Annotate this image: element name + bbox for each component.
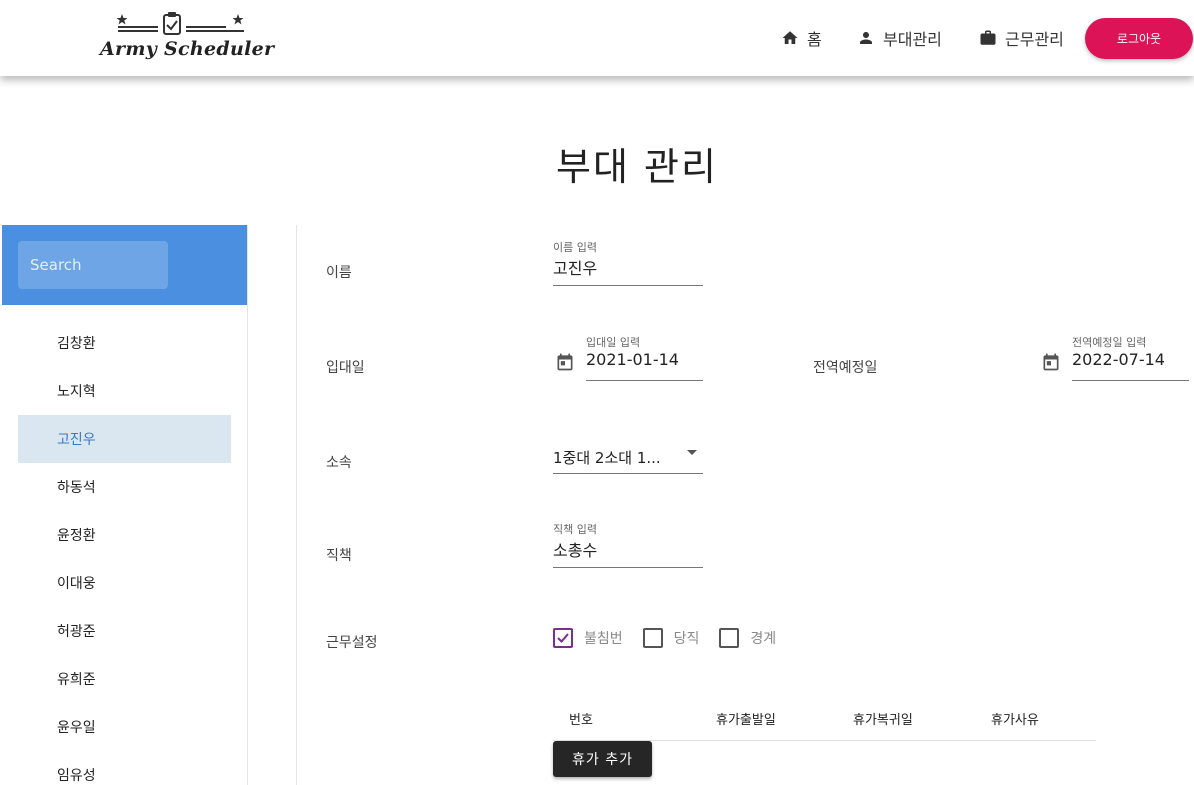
duty-checkbox-officer[interactable] — [642, 628, 663, 648]
position-value: 소총수 — [553, 541, 598, 560]
soldier-sidebar: 김창환 노지혁 고진우 하동석 윤정환 이대웅 허광준 유희준 윤우일 임유성 — [2, 225, 248, 785]
nav-home-label: 홈 — [807, 30, 822, 49]
logo[interactable]: Army Scheduler — [100, 10, 274, 66]
duty-option-label: 경계 — [750, 631, 777, 647]
search-input[interactable] — [18, 241, 168, 289]
soldier-item[interactable]: 윤정환 — [18, 511, 231, 559]
soldier-item[interactable]: 허광준 — [18, 607, 231, 655]
top-header: Army Scheduler 홈 부대관리 근무관리 로그아웃 — [0, 0, 1194, 76]
duty-option-label: 불침번 — [584, 631, 623, 647]
calendar-icon[interactable] — [1041, 351, 1061, 373]
home-icon — [782, 31, 798, 44]
nav-duty-management-label: 근무관리 — [1005, 30, 1064, 49]
position-field[interactable]: 직책 입력 소총수 — [553, 521, 703, 568]
soldier-item[interactable]: 김창환 — [18, 319, 231, 367]
name-value: 고진우 — [553, 259, 598, 278]
position-hint: 직책 입력 — [553, 523, 597, 536]
nav-unit-management[interactable]: 부대관리 — [857, 26, 942, 50]
page-title: 부대 관리 — [556, 145, 718, 189]
nav-home[interactable]: 홈 — [781, 26, 822, 50]
soldier-item[interactable]: 하동석 — [18, 463, 231, 511]
enlist-date-hint: 입대일 입력 — [586, 336, 641, 349]
soldier-list: 김창환 노지혁 고진우 하동석 윤정환 이대웅 허광준 유희준 윤우일 임유성 — [2, 305, 247, 785]
sidebar-search-area — [2, 225, 247, 305]
name-hint: 이름 입력 — [553, 241, 597, 254]
duty-settings-label: 근무설정 — [326, 635, 378, 651]
table-header-cell: 휴가사유 — [991, 713, 1039, 728]
calendar-icon[interactable] — [555, 351, 575, 373]
duty-checkbox-guard[interactable] — [719, 628, 740, 648]
discharge-date-hint: 전역예정일 입력 — [1072, 336, 1147, 349]
soldier-item[interactable]: 이대웅 — [18, 559, 231, 607]
soldier-item[interactable]: 윤우일 — [18, 703, 231, 751]
logo-text: Army Scheduler — [100, 38, 275, 60]
discharge-date-field[interactable]: 전역예정일 입력 2022-07-14 — [1072, 334, 1189, 381]
person-icon — [860, 32, 872, 44]
soldier-item[interactable]: 임유성 — [18, 751, 231, 785]
duty-checkbox-night-watch[interactable] — [553, 628, 573, 648]
logo-clipboard-icon — [116, 12, 244, 35]
unit-select[interactable]: 1중대 2소대 1... — [553, 438, 703, 474]
content-divider — [296, 225, 297, 785]
name-field[interactable]: 이름 입력 고진우 — [553, 239, 703, 286]
enlist-date-value: 2021-01-14 — [586, 350, 679, 369]
unit-value: 1중대 2소대 1... — [553, 449, 661, 467]
name-label: 이름 — [326, 265, 352, 281]
discharge-date-value: 2022-07-14 — [1072, 350, 1165, 369]
nav-unit-management-label: 부대관리 — [883, 30, 942, 49]
table-header-cell: 휴가출발일 — [716, 713, 776, 728]
soldier-item[interactable]: 노지혁 — [18, 367, 231, 415]
add-leave-button[interactable]: 휴가 추가 — [553, 741, 652, 777]
table-header-cell: 번호 — [569, 713, 593, 728]
table-header-cell: 휴가복귀일 — [853, 713, 913, 728]
nav-duty-management[interactable]: 근무관리 — [979, 26, 1064, 50]
duty-checkbox-group: 불침번 당직 경계 — [553, 628, 796, 648]
discharge-date-label: 전역예정일 — [813, 360, 878, 376]
enlist-date-field[interactable]: 입대일 입력 2021-01-14 — [586, 334, 703, 381]
briefcase-icon — [980, 30, 996, 45]
position-label: 직책 — [326, 548, 352, 564]
leave-table-header: 번호 휴가출발일 휴가복귀일 휴가사유 — [553, 700, 1096, 741]
dropdown-arrow-icon — [687, 450, 697, 455]
unit-label: 소속 — [326, 455, 352, 471]
enlist-date-label: 입대일 — [326, 360, 365, 376]
check-icon — [557, 633, 569, 643]
duty-option-label: 당직 — [673, 631, 700, 647]
soldier-item[interactable]: 유희준 — [18, 655, 231, 703]
logout-button[interactable]: 로그아웃 — [1085, 18, 1193, 59]
soldier-item-selected[interactable]: 고진우 — [18, 415, 231, 463]
